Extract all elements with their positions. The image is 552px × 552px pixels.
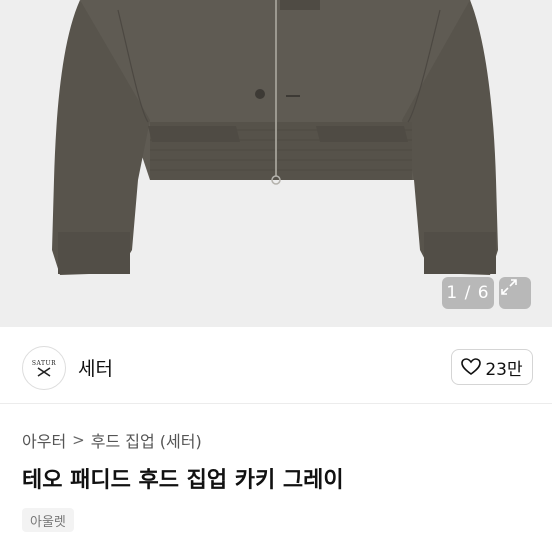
like-count: 23만	[485, 359, 523, 380]
breadcrumb: 아우터 > 후드 집업 (세터)	[22, 428, 202, 452]
image-counter-text: 1 / 6	[446, 283, 490, 303]
heart-icon	[461, 358, 482, 375]
product-tag[interactable]: 아울렛	[22, 508, 74, 532]
breadcrumb-level1[interactable]: 아우터	[22, 428, 66, 452]
fullscreen-button[interactable]	[499, 277, 531, 309]
shop-name[interactable]: 세터	[78, 354, 113, 381]
avatar-logo-icon	[37, 366, 51, 377]
expand-icon	[501, 279, 517, 295]
like-button[interactable]: 23만	[451, 349, 533, 385]
product-image-gallery[interactable]: 1 / 6	[0, 0, 552, 327]
shop-info-row: SATUR 세터 23만	[0, 327, 552, 404]
shop-avatar[interactable]: SATUR	[22, 346, 66, 390]
product-tag-label: 아울렛	[30, 514, 66, 530]
product-title: 테오 패디드 후드 집업 카키 그레이	[22, 468, 344, 493]
image-counter: 1 / 6	[442, 277, 494, 309]
breadcrumb-separator: >	[72, 431, 85, 449]
avatar-brand-text: SATUR	[31, 359, 57, 367]
breadcrumb-level2[interactable]: 후드 집업 (세터)	[91, 428, 202, 452]
